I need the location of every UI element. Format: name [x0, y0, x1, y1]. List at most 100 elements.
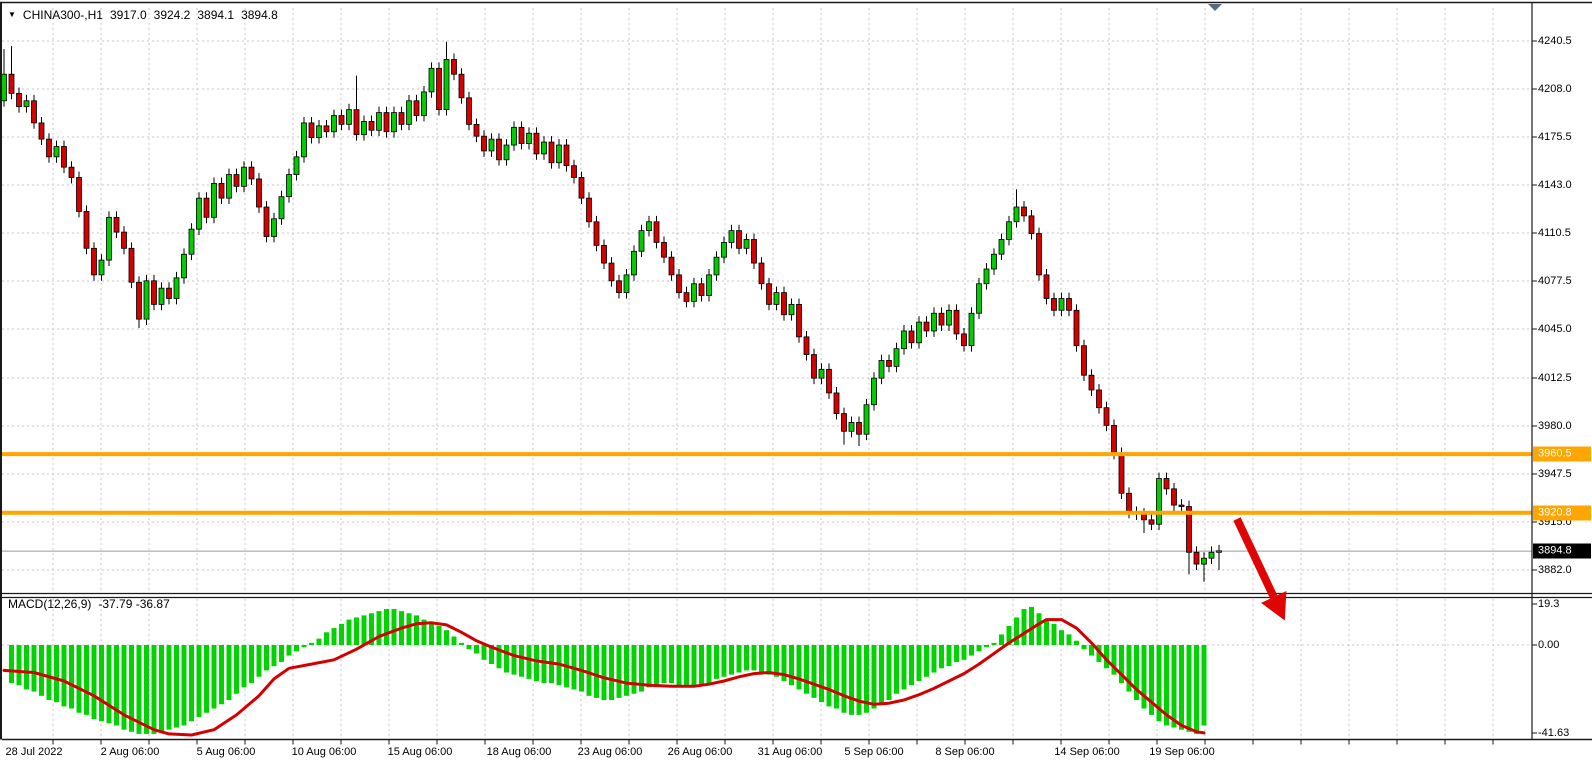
macd-bar [632, 645, 637, 694]
price-axis-label: 3980.0 [1538, 420, 1572, 432]
candle-body [497, 139, 502, 160]
chart-canvas[interactable] [0, 0, 1592, 772]
macd-bar [32, 645, 37, 692]
level-price-badge: 3920.8 [1533, 505, 1591, 520]
candle-body [602, 245, 607, 263]
macd-bar [1172, 645, 1177, 728]
candle-body [362, 121, 367, 134]
macd-bar [1082, 645, 1087, 649]
candle-body [729, 231, 734, 243]
candle-body [1119, 453, 1124, 493]
candle-body [459, 74, 464, 98]
candle-body [392, 113, 397, 132]
macd-bar [159, 645, 164, 732]
candle-body [197, 198, 202, 229]
macd-bar [842, 645, 847, 713]
candle-body [677, 275, 682, 293]
candle-body [609, 263, 614, 281]
candle-body [279, 197, 284, 219]
candle-body [669, 257, 674, 275]
candle-body [1067, 298, 1072, 310]
candle-body [999, 239, 1004, 254]
candle-body [77, 177, 82, 211]
candle-body [624, 275, 629, 293]
candle-body [699, 284, 704, 296]
macd-bar [624, 645, 629, 696]
macd-bar [527, 645, 532, 679]
ohlc-close: 3894.8 [241, 8, 278, 22]
macd-bar [384, 609, 389, 645]
candle-body [189, 229, 194, 254]
macd-bar [1179, 645, 1184, 730]
macd-bar [579, 645, 584, 692]
candle-body [144, 281, 149, 319]
candle-body [939, 313, 944, 325]
candle-body [69, 167, 74, 177]
candle-body [167, 288, 172, 298]
macd-bar [819, 645, 824, 702]
candle-body [549, 142, 554, 163]
candle-body [767, 284, 772, 305]
macd-bar [812, 645, 817, 698]
candle-body [804, 337, 809, 355]
macd-bar [107, 645, 112, 723]
candle-body [407, 101, 412, 125]
candle-body [872, 378, 877, 405]
macd-bar [317, 639, 322, 645]
candle-body [1052, 298, 1057, 310]
macd-bar [362, 615, 367, 645]
macd-bar [69, 645, 74, 709]
macd-bar [924, 645, 929, 677]
candle-body [992, 254, 997, 269]
macd-bar [219, 645, 224, 704]
macd-bar [204, 645, 209, 713]
candle-body [564, 145, 569, 166]
macd-bar [512, 645, 517, 675]
macd-bar [1074, 641, 1079, 645]
macd-bar [699, 645, 704, 685]
macd-bar [594, 645, 599, 698]
macd-bar [827, 645, 832, 706]
candle-body [444, 59, 449, 109]
price-axis-label: 4012.5 [1538, 372, 1572, 384]
candle-body [369, 121, 374, 130]
chart-window: ▼ CHINA300-,H1 3917.0 3924.2 3894.1 3894… [0, 0, 1592, 772]
symbol-dropdown-icon[interactable]: ▼ [8, 10, 16, 19]
candle-body [129, 248, 134, 282]
candle-body [1022, 207, 1027, 216]
candle-body [587, 198, 592, 222]
macd-bar [1022, 609, 1027, 645]
candle-body [1082, 346, 1087, 376]
candle-body [347, 110, 352, 125]
price-axis-label: 4240.5 [1538, 35, 1572, 47]
candle-body [1179, 505, 1184, 506]
macd-bar [279, 645, 284, 662]
candle-body [84, 211, 89, 248]
macd-bar [587, 645, 592, 696]
level-price-badge: 3960.5 [1533, 447, 1591, 462]
candle-body [842, 414, 847, 432]
price-axis-label: 4110.5 [1538, 227, 1571, 239]
macd-bar [879, 645, 884, 704]
candle-body [984, 269, 989, 284]
candle-body [384, 113, 389, 132]
macd-bar [339, 624, 344, 645]
macd-bar [287, 645, 292, 656]
candle-body [819, 369, 824, 378]
macd-bar [474, 645, 479, 653]
candle-body [242, 167, 247, 186]
price-axis-label: 4208.0 [1538, 83, 1572, 95]
candle-body [834, 393, 839, 414]
candle-body [1157, 479, 1162, 525]
macd-bar [999, 634, 1004, 645]
macd-bar [789, 645, 794, 685]
macd-bar [47, 645, 52, 700]
macd-bar [1059, 630, 1064, 645]
time-axis-label: 15 Aug 06:00 [388, 746, 453, 758]
macd-bar [174, 645, 179, 728]
candle-body [639, 231, 644, 252]
macd-bar [257, 645, 262, 677]
macd-bar [467, 645, 472, 649]
candle-body [519, 127, 524, 143]
ohlc-high: 3924.2 [154, 8, 191, 22]
